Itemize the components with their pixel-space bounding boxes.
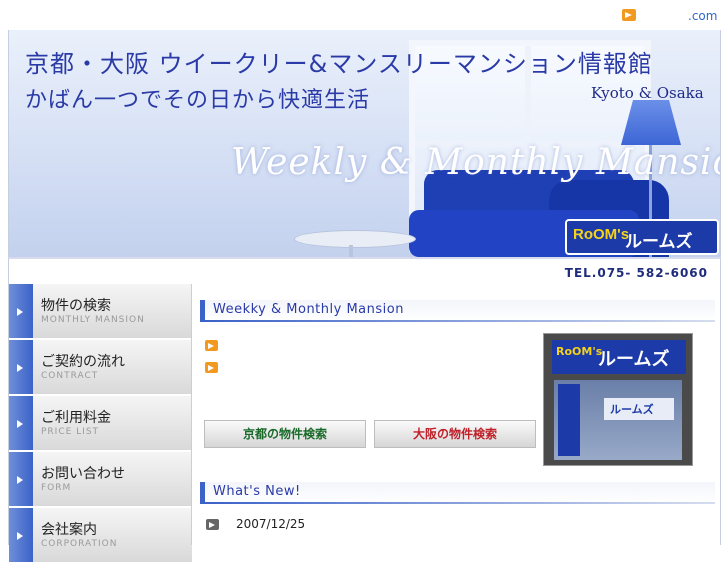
arrow-right-icon[interactable] — [622, 9, 636, 21]
arrow-right-icon[interactable] — [205, 340, 218, 351]
logo-name: ルームズ — [625, 232, 693, 252]
sidebar-item-label: ご契約の流れ — [41, 354, 125, 370]
news-date: 2007/12/25 — [236, 517, 306, 531]
store-sign: RoOM's ルームズ — [552, 340, 686, 374]
sidebar: 物件の検索 MONTHLY MANSION ご契約の流れ CONTRACT ご利… — [8, 284, 192, 564]
chevron-right-icon — [9, 284, 33, 338]
sidebar-item-sublabel: CONTRACT — [41, 371, 99, 381]
sidebar-item-form[interactable]: お問い合わせ FORM — [9, 452, 192, 508]
section-header-mansion: Weekky & Monthly Mansion — [200, 300, 715, 322]
tel-bar: TEL.075- 582-6060 — [8, 257, 721, 286]
top-bar: .com — [0, 0, 727, 30]
chevron-right-icon — [9, 452, 33, 506]
arrow-right-icon — [206, 519, 219, 530]
store-banner — [558, 384, 580, 456]
sidebar-item-sublabel: FORM — [41, 483, 72, 493]
chevron-right-icon — [9, 396, 33, 450]
store-panel-text: ルームズ — [610, 403, 654, 416]
chevron-right-icon — [9, 508, 33, 562]
sidebar-item-label: 物件の検索 — [41, 298, 111, 314]
sidebar-item-sublabel: MONTHLY MANSION — [41, 315, 145, 325]
store-sign-brand: RoOM's — [556, 345, 603, 358]
hero-region: Kyoto & Osaka — [591, 84, 704, 102]
hero-banner: 京都・大阪 ウイークリー&マンスリーマンション情報館 かばん一つでその日から快適… — [8, 30, 721, 257]
sidebar-item-sublabel: CORPORATION — [41, 539, 118, 549]
store-sign-name: ルームズ — [598, 349, 670, 370]
top-link[interactable]: .com — [688, 9, 717, 23]
section-header-news: What's New! — [200, 482, 715, 504]
hero-tagline: Weekly & Monthly Mansion — [231, 142, 721, 183]
store-panel: ルームズ — [604, 398, 674, 420]
logo-brand: RoOM's — [573, 226, 630, 243]
hero-subtitle: かばん一つでその日から快適生活 — [25, 88, 371, 113]
sidebar-item-label: ご利用料金 — [41, 410, 111, 426]
section-title: What's New! — [213, 484, 301, 499]
section-title: Weekky & Monthly Mansion — [213, 302, 404, 317]
table-leg-image — [349, 245, 353, 257]
sidebar-item-label: 会社案内 — [41, 522, 97, 538]
kyoto-search-button[interactable]: 京都の物件検索 — [204, 420, 366, 448]
sidebar-item-search[interactable]: 物件の検索 MONTHLY MANSION — [9, 284, 192, 340]
brand-logo[interactable]: RoOM's ルームズ — [565, 219, 719, 255]
sidebar-item-corporation[interactable]: 会社案内 CORPORATION — [9, 508, 192, 564]
main-content: Weekky & Monthly Mansion 京都の物件検索 大阪の物件検索… — [191, 284, 721, 545]
sidebar-item-label: お問い合わせ — [41, 466, 125, 482]
table-image — [294, 230, 416, 248]
storefront-photo: RoOM's ルームズ ルームズ — [543, 333, 693, 466]
osaka-search-button[interactable]: 大阪の物件検索 — [374, 420, 536, 448]
sidebar-item-price[interactable]: ご利用料金 PRICE LIST — [9, 396, 192, 452]
chevron-right-icon — [9, 340, 33, 394]
sidebar-item-contract[interactable]: ご契約の流れ CONTRACT — [9, 340, 192, 396]
hero-title: 京都・大阪 ウイークリー&マンスリーマンション情報館 — [25, 50, 653, 78]
sidebar-item-sublabel: PRICE LIST — [41, 427, 100, 437]
arrow-right-icon[interactable] — [205, 362, 218, 373]
phone-number: TEL.075- 582-6060 — [564, 266, 708, 280]
